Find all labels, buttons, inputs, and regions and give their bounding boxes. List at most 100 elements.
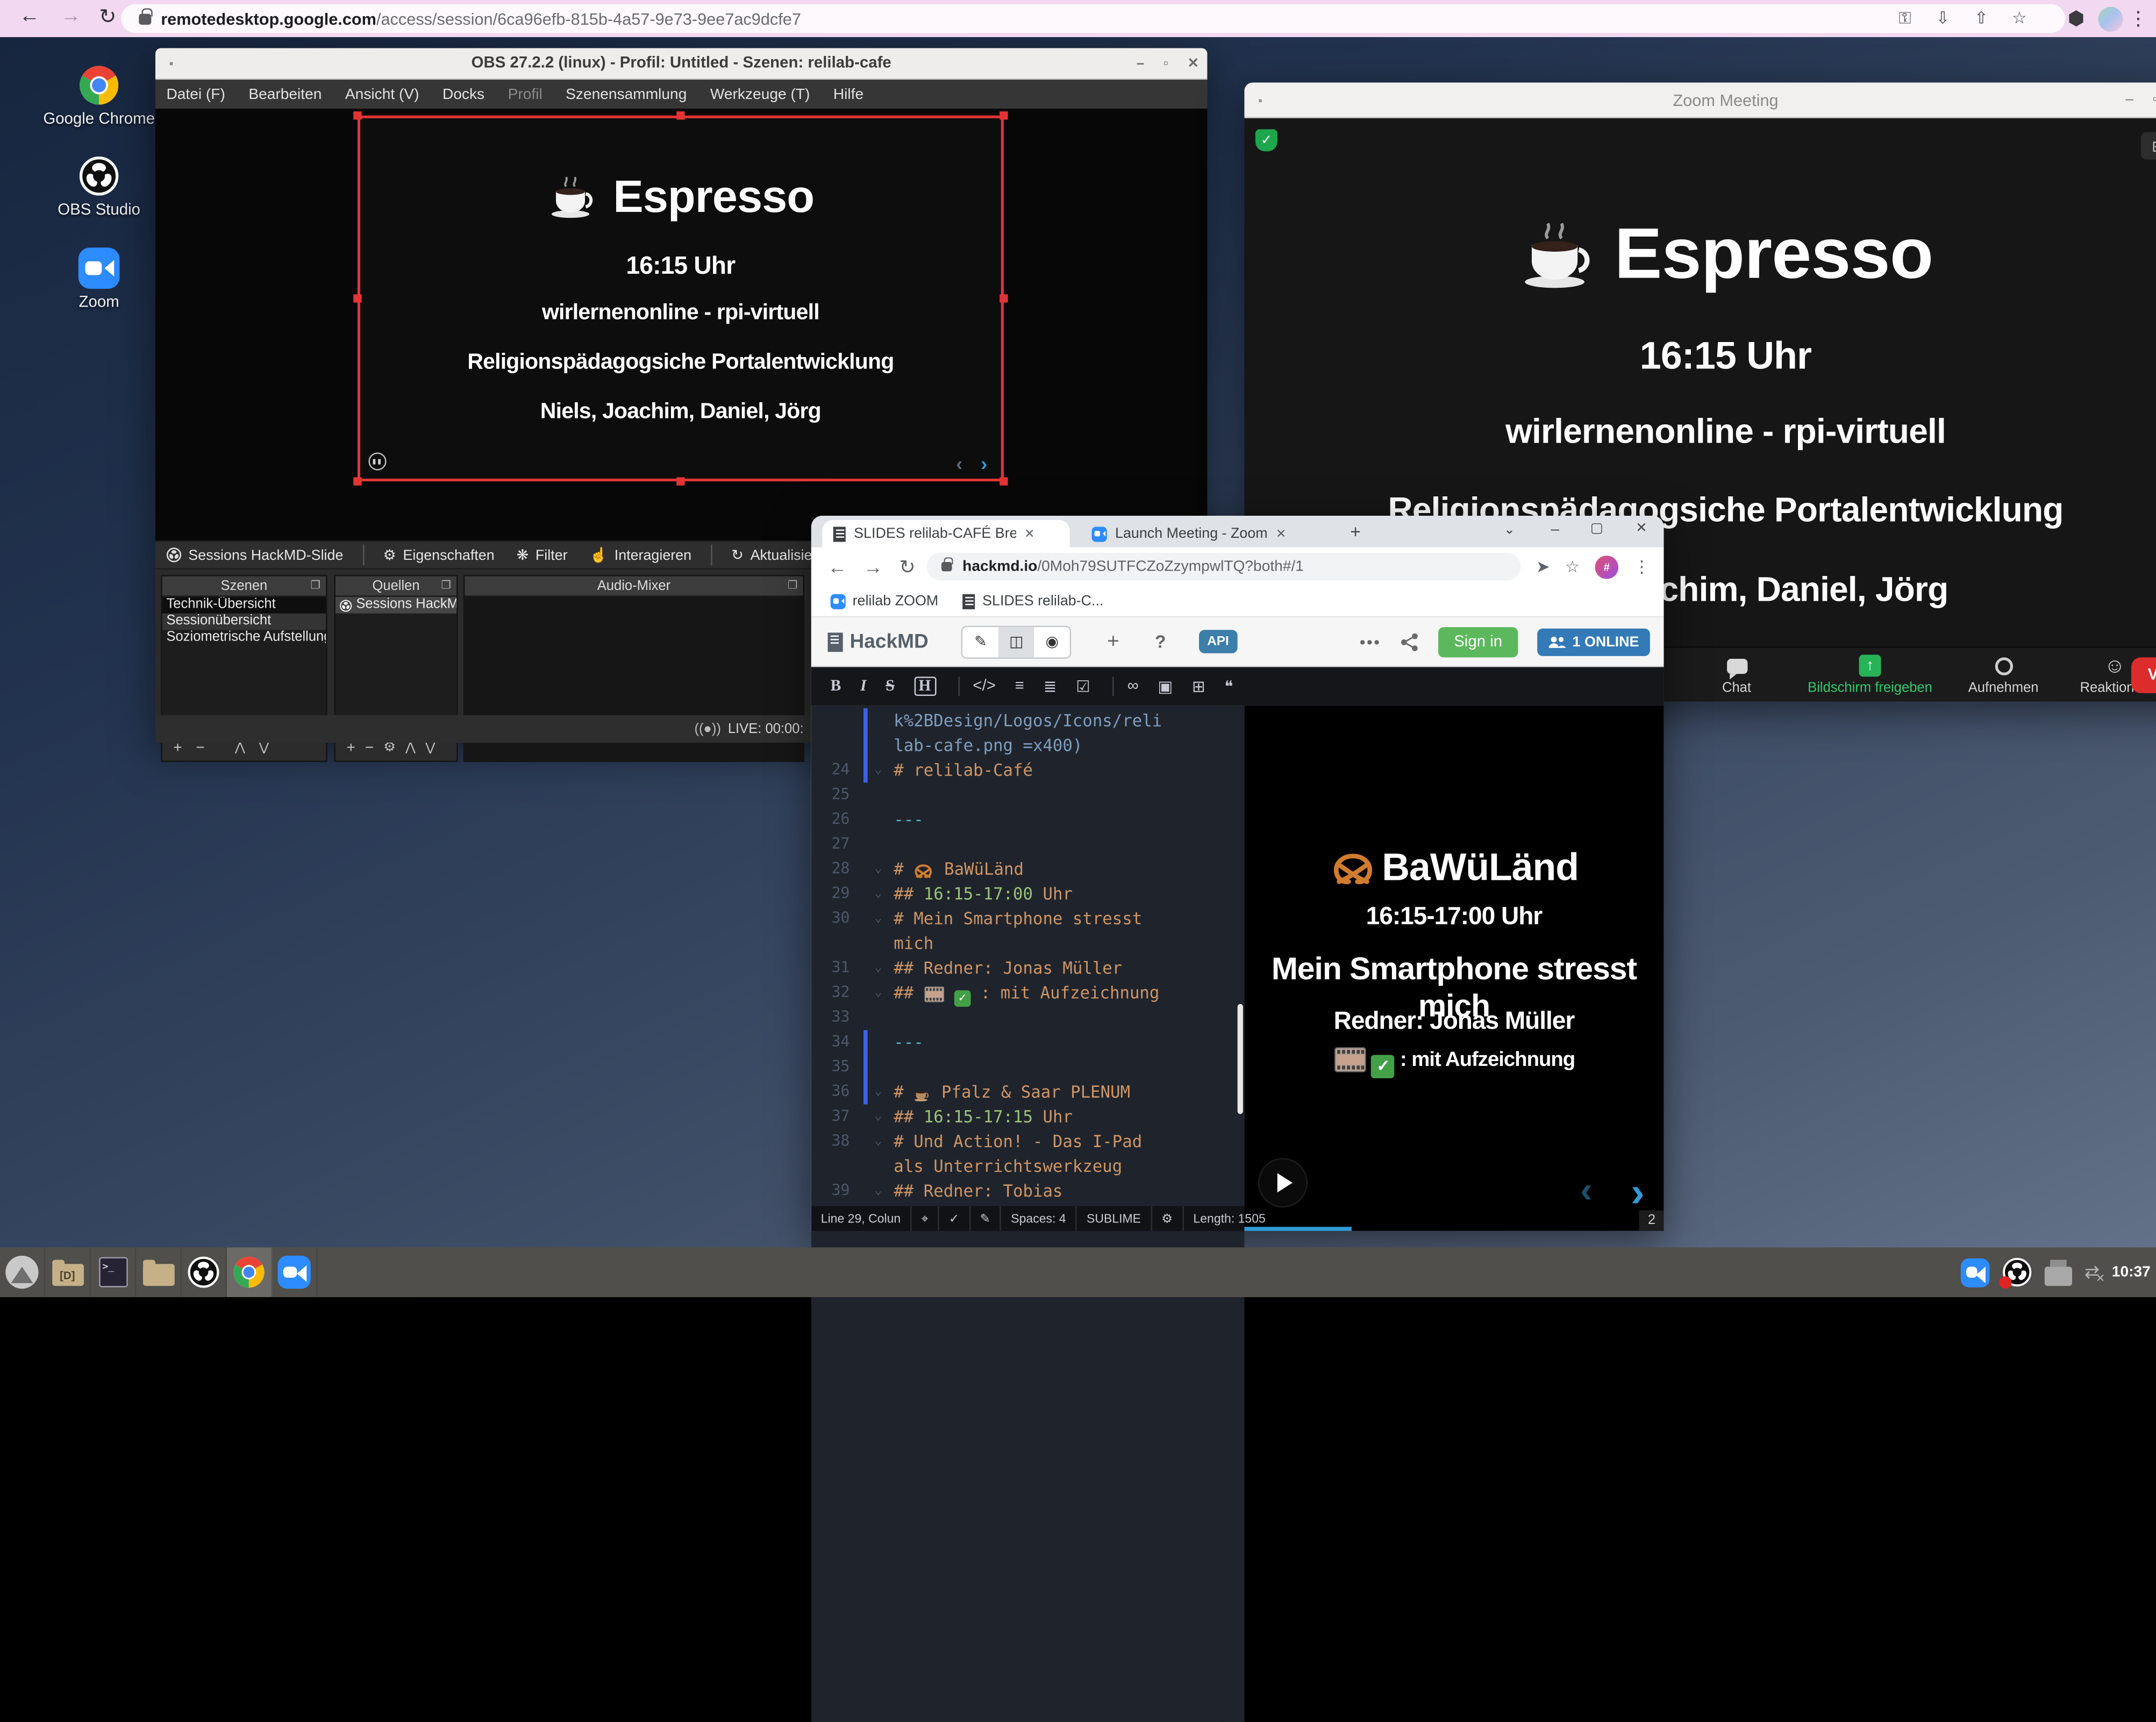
- tab-hackmd[interactable]: SLIDES relilab-CAFÉ Breakout ✕: [822, 520, 1069, 547]
- editor-line[interactable]: lab-cafe.png =x400): [811, 733, 1245, 758]
- editor-line[interactable]: 34---: [811, 1030, 1245, 1055]
- slide-preview-pane[interactable]: BaWüLänd 16:15-17:00 Uhr Mein Smartphone…: [1244, 706, 1664, 1231]
- address-bar[interactable]: hackmd.io/0Moh79SUTFCZoZzympwlTQ?both#/1: [927, 553, 1521, 580]
- taskbar-screenshot-folder[interactable]: [D]: [45, 1248, 90, 1297]
- desktop-icon-obs[interactable]: OBS Studio: [23, 155, 174, 219]
- fold-chevron-icon[interactable]: ⌄: [875, 1080, 882, 1105]
- editor-line[interactable]: 26---: [811, 807, 1245, 832]
- bookmark-star-icon[interactable]: ☆: [1565, 557, 1580, 577]
- menu-profil[interactable]: Profil: [508, 86, 542, 103]
- bookmark-slides[interactable]: SLIDES relilab-C...: [963, 593, 1103, 609]
- slide-prev-icon[interactable]: ‹: [1580, 1169, 1592, 1212]
- editor-line[interactable]: 33: [811, 1005, 1245, 1030]
- split-mode-button[interactable]: ◫: [998, 627, 1034, 657]
- menu-datei[interactable]: Datei (F): [166, 86, 225, 103]
- tab-close-icon[interactable]: ✕: [1276, 526, 1286, 541]
- fold-chevron-icon[interactable]: ⌄: [875, 906, 882, 931]
- slide-next-icon[interactable]: ›: [981, 452, 987, 474]
- leave-button[interactable]: Verlassen: [2131, 657, 2156, 693]
- format-icon-11[interactable]: ❝: [1224, 677, 1233, 696]
- tab-close-icon[interactable]: ✕: [1024, 526, 1034, 541]
- forward-icon[interactable]: →: [863, 556, 883, 578]
- handle[interactable]: [353, 111, 361, 119]
- fold-chevron-icon[interactable]: ⌄: [875, 758, 882, 782]
- format-icon-10[interactable]: ⊞: [1192, 677, 1205, 696]
- handle[interactable]: [676, 477, 684, 485]
- back-icon[interactable]: ←: [19, 4, 40, 27]
- format-icon-8[interactable]: ∞: [1127, 678, 1139, 695]
- format-icon-2[interactable]: S: [886, 678, 894, 695]
- menu-dots-icon[interactable]: ⋮: [2129, 0, 2148, 37]
- avatar[interactable]: #: [1595, 555, 1618, 578]
- format-icon-5[interactable]: ≡: [1015, 678, 1024, 695]
- reload-icon[interactable]: ↻: [899, 555, 916, 578]
- online-badge[interactable]: 1 ONLINE: [1537, 629, 1650, 656]
- scene-item[interactable]: Sessionübersicht: [162, 614, 326, 630]
- editor-line[interactable]: 37⌄## 16:15-17:15 Uhr: [811, 1105, 1245, 1129]
- hackmd-brand[interactable]: HackMD: [828, 631, 929, 653]
- keymap-setting[interactable]: SUBLIME: [1077, 1206, 1152, 1231]
- forward-icon[interactable]: →: [61, 4, 81, 27]
- spaces-setting[interactable]: Spaces: 4: [1001, 1206, 1077, 1231]
- format-icon-4[interactable]: </>: [973, 678, 996, 695]
- editor-line[interactable]: mich: [811, 931, 1245, 956]
- obs-titlebar[interactable]: ▪ OBS 27.2.2 (linux) - Profil: Untitled …: [155, 48, 1207, 80]
- share-icon[interactable]: ⇧: [1974, 8, 1988, 27]
- minimize-icon[interactable]: –: [1137, 56, 1144, 71]
- menu-ansicht[interactable]: Ansicht (V): [345, 86, 419, 103]
- handle[interactable]: [1000, 111, 1008, 119]
- format-icon-1[interactable]: I: [860, 678, 866, 695]
- fold-chevron-icon[interactable]: ⌄: [875, 1129, 882, 1154]
- play-button[interactable]: [1260, 1159, 1307, 1206]
- menu-szenensammlung[interactable]: Szenensammlung: [566, 86, 687, 103]
- format-icon-3[interactable]: H: [914, 677, 936, 696]
- handle[interactable]: [353, 294, 361, 302]
- edit-mode-button[interactable]: ✎: [963, 627, 998, 657]
- handle[interactable]: [353, 477, 361, 485]
- popout-icon[interactable]: ❐: [311, 579, 320, 592]
- source-item[interactable]: Sessions HackMD-Slide: [335, 597, 456, 614]
- bookmark-relilab-zoom[interactable]: relilab ZOOM: [831, 593, 939, 609]
- minimize-icon[interactable]: –: [2125, 92, 2133, 107]
- zoom-titlebar[interactable]: ▪ Zoom Meeting – ▫: [1244, 82, 2156, 118]
- menu-hilfe[interactable]: Hilfe: [833, 86, 863, 103]
- back-icon[interactable]: ←: [828, 556, 847, 578]
- view-button[interactable]: ⊞ Anzeigen: [2141, 132, 2156, 160]
- slide-prev-icon[interactable]: ‹: [956, 452, 962, 474]
- editor-line[interactable]: 32⌄## ✓ : mit Aufzeichnung: [811, 980, 1245, 1005]
- more-dots-icon[interactable]: •••: [1360, 632, 1381, 652]
- editor-line[interactable]: k%2BDesign/Logos/Icons/reli: [811, 708, 1245, 733]
- taskbar-terminal[interactable]: >_: [91, 1248, 136, 1297]
- printer-icon[interactable]: [2045, 1266, 2072, 1286]
- dock-button-eigenschaften[interactable]: ⚙Eigenschaften: [372, 547, 505, 564]
- tab-zoom-meeting[interactable]: Launch Meeting - Zoom ✕: [1081, 520, 1315, 547]
- taskbar-obs[interactable]: [182, 1248, 227, 1297]
- bookmark-star-icon[interactable]: ☆: [2012, 8, 2027, 27]
- editor-line[interactable]: 27: [811, 832, 1245, 857]
- taskbar-zoom[interactable]: [272, 1248, 317, 1297]
- fold-chevron-icon[interactable]: ⌄: [875, 956, 882, 980]
- check-icon[interactable]: ✓: [939, 1206, 970, 1231]
- fold-chevron-icon[interactable]: ⌄: [875, 980, 882, 1005]
- fold-chevron-icon[interactable]: ⌄: [875, 881, 882, 906]
- maximize-icon[interactable]: ▫: [2152, 92, 2156, 107]
- taskbar-chrome[interactable]: [227, 1248, 272, 1297]
- format-icon-9[interactable]: ▣: [1158, 677, 1173, 696]
- format-icon-6[interactable]: ≣: [1044, 677, 1057, 696]
- lightbulb-icon[interactable]: ⌖: [912, 1206, 939, 1231]
- record-button[interactable]: Aufnehmen: [1944, 654, 2062, 695]
- editor-line[interactable]: 25: [811, 782, 1245, 807]
- editor-line[interactable]: 39⌄## Redner: Tobias: [811, 1179, 1245, 1204]
- brush-icon[interactable]: ✎: [970, 1206, 1002, 1231]
- editor-line[interactable]: 38⌄# Und Action! - Das I-Pad: [811, 1129, 1245, 1154]
- tray-zoom-icon[interactable]: [1961, 1258, 1990, 1287]
- menu-werkzeuge[interactable]: Werkzeuge (T): [710, 86, 810, 103]
- reload-icon[interactable]: ↻: [99, 4, 116, 29]
- format-icon-7[interactable]: ☑: [1076, 677, 1090, 696]
- scrollbar[interactable]: [1238, 1004, 1243, 1114]
- taskbar-file-manager[interactable]: [136, 1248, 181, 1297]
- fold-chevron-icon[interactable]: ⌄: [875, 1105, 882, 1129]
- obs-canvas[interactable]: Espresso 16:15 Uhr wirlernenonline - rpi…: [358, 116, 1004, 481]
- editor-line[interactable]: 24⌄# relilab-Café: [811, 758, 1245, 782]
- fold-chevron-icon[interactable]: ⌄: [875, 1179, 882, 1204]
